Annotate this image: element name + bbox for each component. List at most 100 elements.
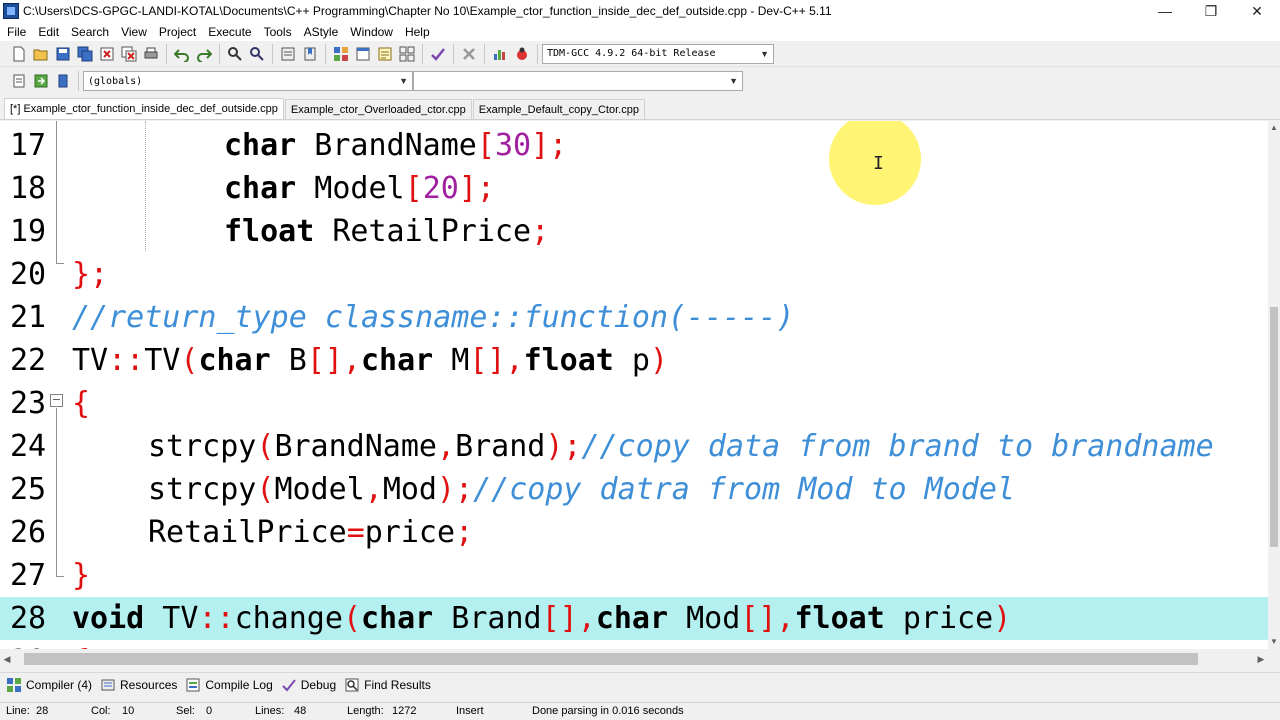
menu-execute[interactable]: Execute (203, 25, 258, 39)
code-line[interactable]: 28 void TV::change(char Brand[],char Mod[… (0, 597, 1268, 640)
menu-view[interactable]: View (116, 25, 154, 39)
print-icon[interactable] (141, 44, 161, 64)
horizontal-scroll-thumb[interactable] (24, 653, 1198, 665)
code-line[interactable]: 26 RetailPrice=price; (0, 511, 1268, 554)
close-all-icon[interactable] (119, 44, 139, 64)
menu-tools[interactable]: Tools (259, 25, 299, 39)
code-line[interactable]: 24 strcpy(BrandName,Brand);//copy data fr… (0, 425, 1268, 468)
code-line[interactable]: 21 //return_type classname::function(----… (0, 296, 1268, 339)
find-icon[interactable] (225, 44, 245, 64)
close-icon[interactable]: ✕ (1234, 0, 1280, 22)
class-browser-icon[interactable] (375, 44, 395, 64)
undo-icon[interactable] (172, 44, 192, 64)
status-length-value: 1272 (392, 705, 417, 717)
status-insert-mode: Insert (456, 705, 484, 717)
tab-compile-log[interactable]: Compile Log (183, 674, 278, 696)
scroll-left-icon[interactable]: ◀ (0, 649, 14, 669)
tab-compiler[interactable]: Compiler (4) (4, 674, 98, 696)
profile-chart-icon[interactable] (490, 44, 510, 64)
vertical-scrollbar[interactable]: ▲ ▼ (1268, 121, 1280, 649)
status-sel-label: Sel: (176, 705, 195, 717)
code-line[interactable]: 18 char Model[20]; (0, 167, 1268, 210)
menu-search[interactable]: Search (66, 25, 116, 39)
code-line[interactable]: 23 { (0, 382, 1268, 425)
members-select[interactable]: ▼ (413, 71, 743, 91)
code-line[interactable]: 20}; (0, 253, 1268, 296)
compiler-select[interactable]: TDM-GCC 4.9.2 64-bit Release ▼ (542, 43, 774, 64)
line-number: 22 (10, 343, 47, 378)
tab-find-results[interactable]: Find Results (342, 674, 437, 696)
code-text: TV::TV(char B[],char M[],float p) (72, 339, 668, 382)
tab-example-ctor-function[interactable]: [*] Example_ctor_function_inside_dec_def… (4, 98, 284, 119)
identifier-token: Mod (668, 601, 741, 636)
keyword-token: char (224, 128, 297, 163)
symbol-token: :: (108, 343, 145, 378)
code-line[interactable]: 17 char BrandName[30]; (0, 124, 1268, 167)
horizontal-scrollbar[interactable]: ◀ ▶ (0, 649, 1268, 669)
resources-icon (101, 679, 115, 691)
code-line[interactable]: 22 TV::TV(char B[],char M[],float p) (0, 339, 1268, 382)
scroll-right-icon[interactable]: ▶ (1254, 649, 1268, 669)
symbol-token: ); (545, 429, 582, 464)
save-icon[interactable] (53, 44, 73, 64)
maximize-icon[interactable]: ❐ (1188, 0, 1234, 22)
insert-code-icon[interactable] (9, 71, 29, 91)
new-project-icon[interactable] (331, 44, 351, 64)
code-line[interactable]: 25 strcpy(Model,Mod);//copy datra from Mo… (0, 468, 1268, 511)
open-file-icon[interactable] (31, 44, 51, 64)
replace-icon[interactable] (247, 44, 267, 64)
code-text: }; (72, 253, 108, 296)
syntax-check-icon[interactable] (428, 44, 448, 64)
stop-execution-icon[interactable] (459, 44, 479, 64)
close-file-icon[interactable] (97, 44, 117, 64)
new-file-icon[interactable] (9, 44, 29, 64)
vertical-scroll-thumb[interactable] (1270, 307, 1278, 547)
tab-compile-log-label: Compile Log (205, 678, 273, 692)
save-all-icon[interactable] (75, 44, 95, 64)
bottom-panel-tabs: Compiler (4) Resources Compile Log Debug… (0, 672, 1280, 697)
scope-select[interactable]: (globals) ▼ (83, 71, 413, 91)
goto-definition-icon[interactable] (53, 71, 73, 91)
redo-icon[interactable] (194, 44, 214, 64)
code-text: strcpy(Model,Mod);//copy datra from Mod … (148, 468, 1015, 511)
class-toolbar: (globals) ▼ ▼ (0, 68, 1280, 94)
tab-debug[interactable]: Debug (279, 674, 342, 696)
title-bar: C:\Users\DCS-GPGC-LANDI-KOTAL\Documents\… (0, 0, 1280, 22)
keyword-token: char (361, 601, 434, 636)
minimize-icon[interactable]: — (1142, 0, 1188, 22)
code-line[interactable]: 19 float RetailPrice; (0, 210, 1268, 253)
menu-edit[interactable]: Edit (33, 25, 66, 39)
code-line[interactable]: 29 { (0, 640, 1268, 649)
menu-project[interactable]: Project (154, 25, 203, 39)
keyword-token: float (224, 214, 315, 249)
scroll-up-icon[interactable]: ▲ (1268, 121, 1280, 135)
symbol-token: [ (476, 128, 495, 163)
code-line[interactable]: 27} (0, 554, 1268, 597)
identifier-token: BrandName (274, 429, 437, 464)
tab-example-ctor-overloaded[interactable]: Example_ctor_Overloaded_ctor.cpp (284, 99, 472, 119)
tab-resources[interactable]: Resources (98, 674, 183, 696)
menu-astyle[interactable]: AStyle (299, 25, 346, 39)
goto-line-icon[interactable] (278, 44, 298, 64)
menu-file[interactable]: File (2, 25, 33, 39)
compiler-grid-icon (7, 678, 21, 692)
symbol-token: [], (469, 343, 524, 378)
scroll-down-icon[interactable]: ▼ (1268, 635, 1280, 649)
fold-collapse-icon[interactable]: − (50, 394, 63, 407)
code-editor[interactable]: 17 char BrandName[30]; 18 char Model[20]; 19… (0, 121, 1268, 649)
identifier-token: RetailPrice (314, 214, 532, 249)
tile-windows-icon[interactable] (397, 44, 417, 64)
goto-declaration-icon[interactable] (31, 71, 51, 91)
bookmark-icon[interactable] (300, 44, 320, 64)
window-icon[interactable] (353, 44, 373, 64)
symbol-token: ]; (458, 171, 495, 206)
keyword-token: char (361, 343, 434, 378)
scope-select-value: (globals) (88, 75, 143, 87)
identifier-token: Brand (455, 429, 546, 464)
menu-window[interactable]: Window (345, 25, 400, 39)
tab-example-default-copy-ctor[interactable]: Example_Default_copy_Ctor.cpp (472, 99, 645, 119)
debug-bug-icon[interactable] (512, 44, 532, 64)
menu-help[interactable]: Help (400, 25, 437, 39)
identifier-token: Mod (382, 472, 437, 507)
identifier-token: TV (144, 343, 181, 378)
